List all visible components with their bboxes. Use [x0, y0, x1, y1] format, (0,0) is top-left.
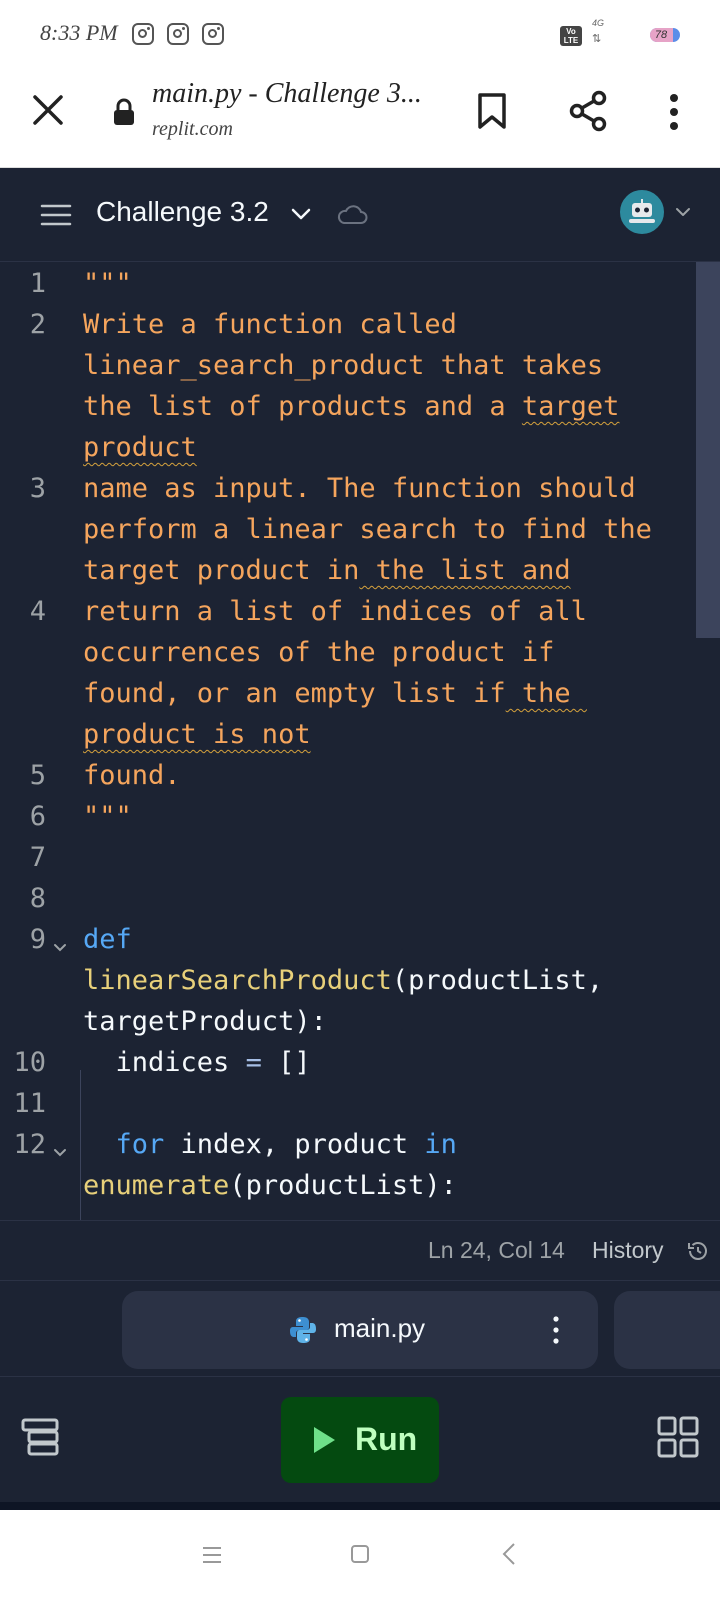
code-line: name as input. The function should [83, 473, 636, 504]
instagram-notification-icon [167, 23, 189, 45]
line-number: 1 [29, 268, 46, 299]
code-line: target product in the list and [83, 555, 571, 586]
code-line: """ [83, 268, 132, 299]
python-icon [290, 1317, 316, 1343]
stack-icon[interactable] [20, 1417, 60, 1457]
code-line: Write a function called [83, 309, 457, 340]
battery-percent: 78 [654, 29, 668, 41]
code-text: target product in [83, 555, 360, 586]
code-text: index, product [164, 1129, 425, 1160]
page-title[interactable]: main.py - Challenge 3... [152, 78, 422, 110]
operator: = [229, 1047, 279, 1078]
line-number: 7 [29, 842, 46, 873]
avatar-robot-icon [629, 199, 655, 223]
code-line: """ [83, 801, 132, 832]
bookmark-icon[interactable] [476, 92, 508, 130]
more-vert-icon[interactable] [552, 1315, 560, 1345]
spell-warning: target [521, 391, 620, 422]
run-button[interactable]: Run [281, 1397, 439, 1483]
spell-warning: the [505, 678, 587, 709]
code-text: the list of products and a [83, 391, 522, 422]
line-number: 12 [13, 1129, 46, 1160]
close-icon[interactable] [30, 92, 66, 128]
history-button[interactable]: History [592, 1237, 664, 1264]
variable: indices [115, 1047, 230, 1078]
history-icon[interactable] [686, 1239, 710, 1263]
cursor-position[interactable]: Ln 24, Col 14 [428, 1237, 565, 1264]
code-editor[interactable]: 1 2 3 4 5 6 7 8 9 10 11 12 """ Write a f… [0, 262, 720, 1220]
tab-label: main.py [334, 1313, 426, 1343]
nav-back-icon[interactable] [502, 1542, 516, 1566]
more-vert-icon[interactable] [664, 92, 684, 132]
line-number: 6 [29, 801, 46, 832]
code-line: the list of products and a target [83, 391, 619, 422]
editor-scrollbar[interactable] [696, 262, 720, 638]
keyword-in: in [424, 1129, 457, 1160]
battery-icon: 78 [650, 28, 680, 42]
code-line: targetProduct): [83, 1006, 327, 1037]
nav-home-icon[interactable] [350, 1544, 370, 1564]
code-line: linearSearchProduct(productList, [83, 965, 603, 996]
tab-next[interactable] [614, 1291, 720, 1369]
lock-icon [114, 98, 134, 125]
code-line: linear_search_product that takes [83, 350, 604, 381]
chevron-down-icon[interactable] [674, 206, 692, 218]
grid-icon[interactable] [656, 1415, 700, 1459]
tab-main-py[interactable]: main.py [122, 1291, 598, 1369]
nav-recents-icon[interactable] [202, 1546, 222, 1564]
repl-name[interactable]: Challenge 3.2 [96, 196, 269, 228]
line-number: 4 [29, 596, 46, 627]
code-line: indices = [] [83, 1047, 311, 1078]
volte-icon: Vo LTE [560, 26, 582, 46]
code-line: product [83, 432, 197, 463]
code-text: found, or an empty list if [83, 678, 506, 709]
line-number: 3 [29, 473, 46, 504]
network-type: 4G [592, 18, 605, 28]
code-text: (productList, [391, 965, 604, 996]
code-text: [] [278, 1047, 311, 1078]
line-number: 11 [13, 1088, 46, 1119]
line-number: 5 [29, 760, 46, 791]
cloud-icon [337, 205, 368, 224]
hamburger-menu-icon[interactable] [40, 203, 72, 227]
share-icon[interactable] [568, 90, 608, 132]
spell-warning: the list and [359, 555, 571, 586]
line-number: 8 [29, 883, 46, 914]
browser-toolbar: main.py - Challenge 3... replit.com [0, 66, 720, 168]
system-nav-bar [0, 1502, 720, 1600]
instagram-notification-icon [202, 23, 224, 45]
code-text: (productList): [229, 1170, 457, 1201]
keyword-for: for [115, 1129, 165, 1160]
bottom-toolbar: Run [0, 1376, 720, 1502]
line-number: 9 [29, 924, 46, 955]
code-line: found. [83, 760, 181, 791]
line-number: 10 [13, 1047, 46, 1078]
fold-chevron-icon[interactable] [52, 1147, 68, 1159]
data-activity-icon: ⇅ [592, 33, 602, 45]
instagram-notification-icon [132, 23, 154, 45]
system-status-bar: 8:33 PM Vo LTE 4G ⇅ 78 [0, 0, 720, 66]
code-line: product is not [83, 719, 311, 750]
replit-header: Challenge 3.2 [0, 168, 720, 262]
code-line: perform a linear search to find the [83, 514, 652, 545]
play-icon [314, 1427, 335, 1453]
fold-chevron-icon[interactable] [52, 942, 68, 954]
line-number: 2 [29, 309, 46, 340]
function-name: enumerate [83, 1170, 230, 1201]
function-name: linearSearchProduct [83, 965, 392, 996]
code-line: return a list of indices of all [83, 596, 587, 627]
chevron-down-icon[interactable] [290, 206, 312, 222]
run-label: Run [355, 1421, 418, 1457]
page-url[interactable]: replit.com [152, 118, 233, 141]
file-tabs: main.py [0, 1280, 720, 1376]
status-time: 8:33 PM [40, 20, 118, 45]
keyword-def: def [83, 924, 132, 955]
code-line: enumerate(productList): [83, 1170, 457, 1201]
avatar[interactable] [618, 188, 666, 236]
code-line: found, or an empty list if the [83, 678, 587, 709]
code-line: for index, product in [83, 1129, 457, 1160]
code-line: occurrences of the product if [83, 637, 555, 668]
editor-status-line: Ln 24, Col 14 History [0, 1220, 720, 1280]
indent-guide [80, 1070, 81, 1220]
